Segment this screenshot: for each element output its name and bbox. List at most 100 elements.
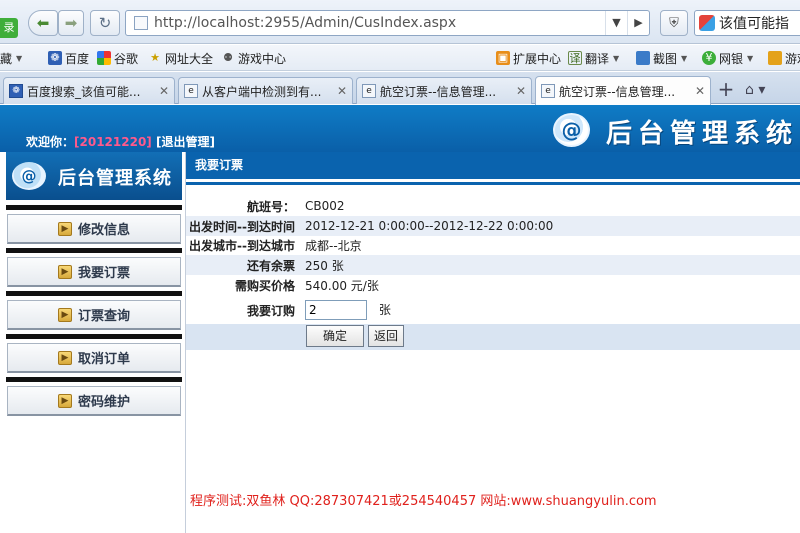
browser-tab[interactable]: e 从客户端中检测到有... ✕ [178,77,353,104]
puzzle-icon: ▣ [496,51,510,65]
tab-strip: ❁ 百度搜索_该值可能... ✕ e 从客户端中检测到有... ✕ e 航空订票--信息管… [0,72,800,105]
welcome-text: 欢迎你：[20121220] [退出管理] [26,133,215,150]
sidebar-item-label: 取消订单 [77,352,130,367]
field-label: 还有余票 [246,258,295,273]
field-label: 出发时间--到达时间 [189,219,295,234]
folder-icon: ▶ [57,393,72,408]
bookmark-sites[interactable]: ★ 网址大全 [148,49,213,67]
game-icon [768,51,782,65]
divider [6,248,182,253]
search-text[interactable]: 该值可能指 [719,13,789,33]
arrow-right-icon: ➡ [64,14,78,32]
search-box[interactable]: 该值可能指 [694,10,800,36]
browser-tab[interactable]: ❁ 百度搜索_该值可能... ✕ [3,77,175,104]
side-tab[interactable]: 录 [0,18,18,38]
bookmark-label: 藏 [0,51,13,66]
sidebar-item-label: 订票查询 [77,309,130,324]
chevron-down-icon[interactable]: ▼ [605,11,627,35]
folder-icon: ▶ [57,350,72,365]
sidebar-item-edit-info[interactable]: ▶ 修改信息 [7,214,181,244]
close-icon[interactable]: ✕ [337,84,347,98]
order-quantity-input[interactable] [305,300,367,320]
folder-icon: ▶ [57,307,72,322]
close-icon[interactable]: ✕ [159,84,169,98]
url-text[interactable]: http://localhost:2955/Admin/CusIndex.asp… [154,15,605,31]
bookmark-favorites[interactable]: 藏 ▼ [0,49,22,67]
bookmarks-bar: 藏 ▼ ❁ 百度 谷歌 ★ 网址大全 ⚉ 游戏中心 ▣ 扩展中心 译翻译 ▼ 截图 ▼ ¥ 网银… [0,45,800,71]
new-tab-icon[interactable]: + [713,78,739,102]
bookmark-label: 谷歌 [114,51,139,66]
field-city: 出发城市--到达城市 成都--北京 [186,235,800,255]
sidebar-item-book-ticket[interactable]: ▶ 我要订票 [7,257,181,287]
search-engine-icon[interactable] [699,15,715,31]
order-unit: 张 [378,303,391,317]
browser-tab[interactable]: e 航空订票--信息管理... ✕ [356,77,532,104]
sidebar-item-label: 修改信息 [77,223,130,238]
field-time: 出发时间--到达时间 2012-12-21 0:00:00--2012-12-2… [186,216,800,236]
field-remaining: 还有余票 250 张 [186,255,800,275]
chevron-down-icon: ▼ [681,53,688,63]
back-button[interactable]: 返回 [368,325,404,347]
tab-title: 航空订票--信息管理... [380,84,497,99]
section-divider [186,182,800,185]
go-icon[interactable]: ▶ [627,11,649,35]
bookmark-label: 游戏 [785,51,800,66]
tab-title: 航空订票--信息管理... [559,84,676,99]
sidebar-item-label: 我要订票 [77,266,130,281]
bookmark-screenshot[interactable]: 截图 ▼ [636,49,687,67]
field-value: CB002 [305,199,345,213]
sidebar-item-password[interactable]: ▶ 密码维护 [7,386,181,416]
forward-button[interactable]: ➡ [58,10,84,36]
browser-navbar: 录 ⬅ ➡ ↻ http://localhost:2955/Admin/CusI… [0,0,800,44]
sidebar-logo-title: 后台管理系统 [58,168,172,189]
bookmark-play[interactable]: 游戏 [768,49,800,67]
field-value: 成都--北京 [305,238,362,253]
home-icon[interactable]: ⌂ ▾ [745,78,785,102]
field-value: 540.00 元/张 [305,278,379,293]
sidebar: @ 后台管理系统 ▶ 修改信息 ▶ 我要订票 ▶ 订票查询 ▶ 取消订单 ▶ 密码维护 [0,152,186,533]
bookmark-translate[interactable]: 译翻译 ▼ [568,49,619,67]
bookmark-baidu[interactable]: ❁ 百度 [48,49,89,67]
bookmark-label: 网址大全 [165,51,214,66]
page-icon: e [184,84,198,98]
footer-note: 程序测试:双鱼林 QQ:287307421或254540457 网站:www.s… [190,494,657,509]
divider [6,205,182,210]
gamepad-icon: ⚉ [223,51,233,64]
folder-icon: ▶ [57,264,72,279]
paw-icon: ❁ [48,51,62,65]
close-icon[interactable]: ✕ [695,84,705,98]
close-icon[interactable]: ✕ [516,84,526,98]
browser-tab-active[interactable]: e 航空订票--信息管理... ✕ [535,76,711,105]
logo-emblem-icon: @ [12,162,46,190]
order-quantity-wrap: 张 [301,300,391,320]
section-title: 我要订票 [186,152,800,179]
reload-icon: ↻ [98,14,112,32]
confirm-button[interactable]: 确定 [306,325,364,347]
shield-icon[interactable]: ⛨ [660,10,688,36]
tab-title: 百度搜索_该值可能... [27,84,141,99]
google-icon [97,51,111,65]
bookmark-extensions[interactable]: ▣ 扩展中心 [496,49,561,67]
page-icon: e [541,84,555,98]
tab-title: 从客户端中检测到有... [202,84,322,99]
sidebar-item-cancel-order[interactable]: ▶ 取消订单 [7,343,181,373]
bookmark-google[interactable]: 谷歌 [97,49,138,67]
bookmark-label: 百度 [65,51,90,66]
button-row: 确定 返回 [186,324,800,350]
address-bar[interactable]: http://localhost:2955/Admin/CusIndex.asp… [125,10,650,36]
reload-button[interactable]: ↻ [90,10,120,36]
back-button[interactable]: ⬅ [28,10,58,36]
system-logo-icon: @ [553,113,590,147]
star-icon: ★ [150,51,160,64]
site-header: 欢迎你：[20121220] [退出管理] @ 后台管理系统 [0,105,800,152]
logout-link[interactable]: [退出管理] [156,135,215,149]
sidebar-item-ticket-query[interactable]: ▶ 订票查询 [7,300,181,330]
translate-icon: 译 [568,51,582,65]
bookmark-ebank[interactable]: ¥ 网银 ▼ [702,49,753,67]
bookmark-label: 翻译 [585,51,610,66]
bookmark-games[interactable]: ⚉ 游戏中心 [221,49,286,67]
sidebar-item-label: 密码维护 [77,395,130,410]
system-title: 后台管理系统 [606,119,799,149]
chevron-down-icon: ▼ [613,53,620,63]
page-icon: e [362,84,376,98]
